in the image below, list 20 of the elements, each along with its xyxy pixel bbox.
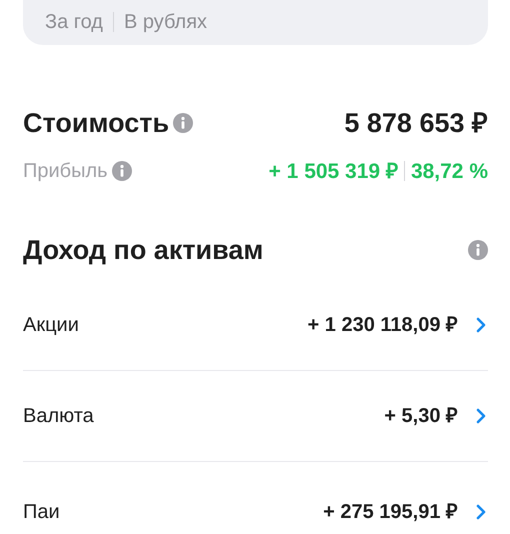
asset-label: Паи — [23, 500, 60, 524]
asset-label: Акции — [23, 312, 79, 338]
chevron-right-icon[interactable] — [474, 502, 488, 520]
info-icon[interactable] — [468, 240, 488, 260]
value-label: Стоимость — [23, 107, 170, 140]
profit-label: Прибыль — [23, 159, 108, 184]
chevron-right-icon[interactable] — [474, 406, 488, 424]
period-filter[interactable]: За год — [45, 6, 103, 36]
asset-amount: + 5,30 ₽ — [384, 404, 458, 428]
asset-label: Валюта — [23, 404, 94, 428]
asset-amount: + 1 230 118,09 ₽ — [308, 312, 458, 338]
info-icon[interactable] — [112, 161, 132, 182]
profit-percent: 38,72 % — [410, 158, 488, 184]
info-icon[interactable] — [173, 113, 194, 134]
chevron-right-icon[interactable] — [474, 316, 488, 334]
asset-amount: + 275 195,91 ₽ — [323, 500, 458, 524]
value-amount: 5 878 653 ₽ — [344, 107, 488, 140]
section-heading: Доход по активам — [23, 234, 264, 267]
currency-filter[interactable]: В рублях — [124, 6, 208, 36]
profit-amount: + 1 505 319 ₽ — [268, 158, 398, 184]
